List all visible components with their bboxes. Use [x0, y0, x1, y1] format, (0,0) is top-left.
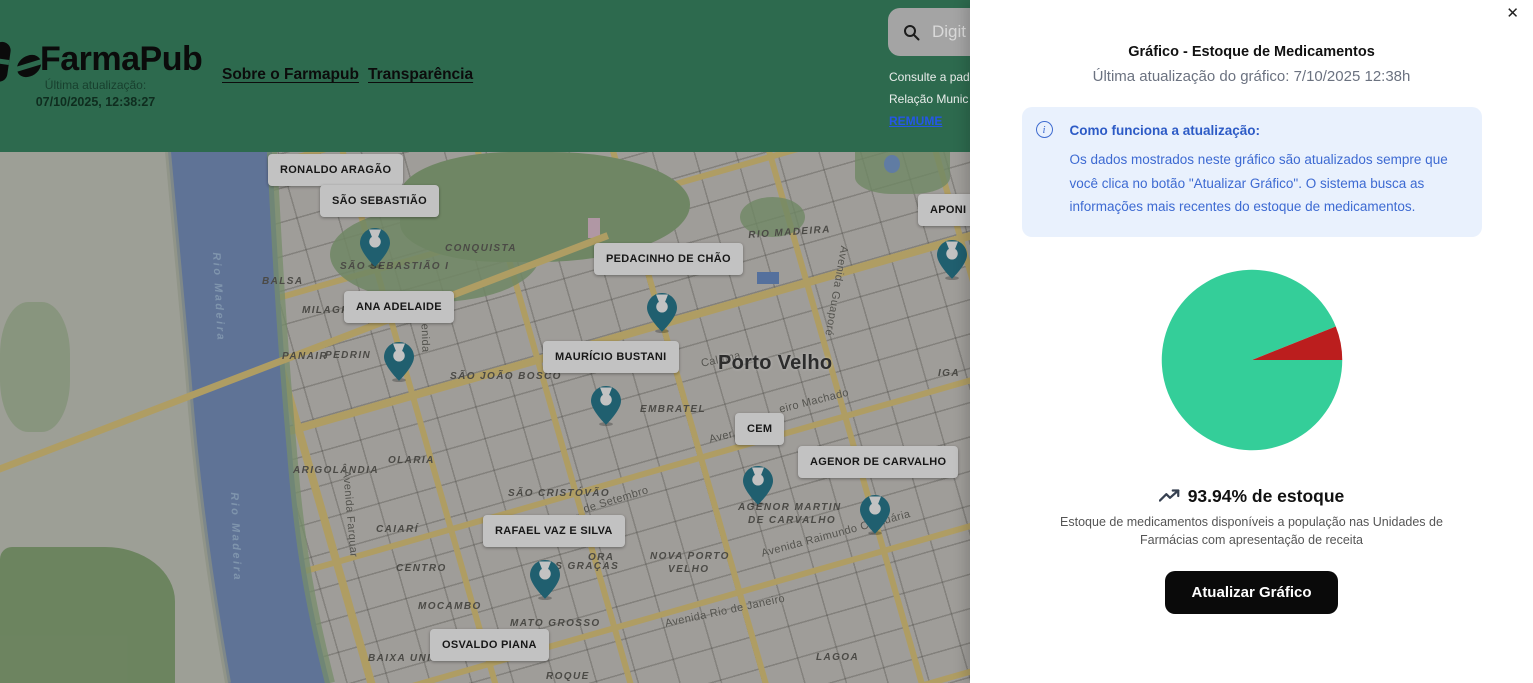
close-icon[interactable]: ✕	[1506, 4, 1519, 22]
nav-link-sobre[interactable]: Sobre o Farmapub	[222, 66, 359, 84]
remume-link[interactable]: REMUME	[889, 114, 942, 128]
search-icon	[903, 24, 920, 41]
remume-block: Consulte a pad Relação Munic REMUME	[889, 66, 970, 132]
brand-title: FarmaPub	[40, 40, 202, 79]
last-update-value: 07/10/2025, 12:38:27	[28, 95, 163, 109]
map[interactable]: BALSAMILAGRPANAIRPEDRINCONQUISTASÃO SEBA…	[0, 152, 970, 683]
trending-up-icon	[1159, 487, 1181, 505]
nav-link-transparencia[interactable]: Transparência	[368, 66, 473, 84]
chart-panel: ✕ Gráfico - Estoque de Medicamentos Últi…	[970, 0, 1533, 683]
info-box: i Como funciona a atualização: Os dados …	[1022, 107, 1482, 237]
last-update-label: Última atualização:	[28, 78, 163, 92]
info-body: Os dados mostrados neste gráfico são atu…	[1070, 148, 1462, 219]
stock-percentage: 93.94% de estoque	[1188, 486, 1345, 507]
info-icon: i	[1036, 121, 1053, 138]
app-root: FarmaPub Última atualização: 07/10/2025,…	[0, 0, 1533, 683]
refresh-chart-button[interactable]: Atualizar Gráfico	[1165, 571, 1337, 614]
remume-line1: Consulte a pad	[889, 66, 970, 88]
stock-pie-chart	[1157, 265, 1347, 460]
stat-row: 93.94% de estoque	[1159, 486, 1345, 507]
last-update-block: Última atualização: 07/10/2025, 12:38:27	[28, 78, 163, 109]
info-title: Como funciona a atualização:	[1070, 123, 1462, 138]
remume-line2: Relação Munic	[889, 88, 970, 110]
stock-description: Estoque de medicamentos disponíveis a po…	[1042, 513, 1462, 549]
map-dim-overlay	[0, 152, 970, 683]
panel-subtitle: Última atualização do gráfico: 7/10/2025…	[1093, 68, 1411, 85]
panel-title: Gráfico - Estoque de Medicamentos	[1128, 44, 1375, 60]
